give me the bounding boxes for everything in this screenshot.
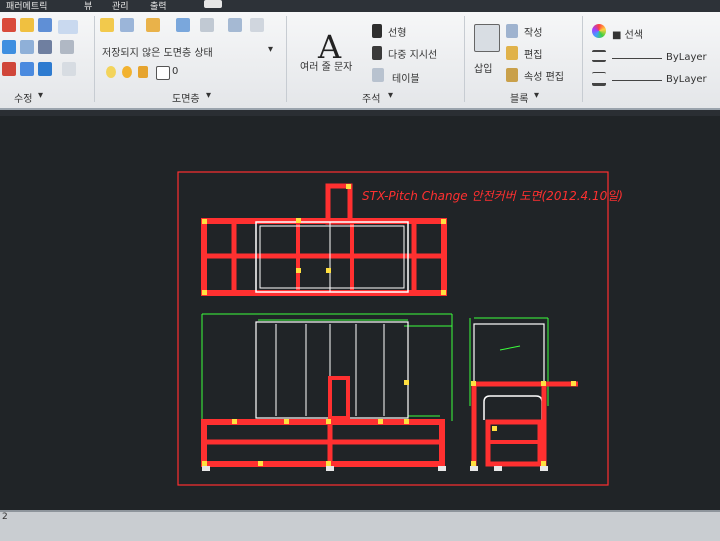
linear-dimension-button[interactable]: 선형 (388, 24, 406, 39)
table-icon[interactable] (372, 68, 384, 82)
side-view (469, 317, 578, 471)
ribbon: 수정 ▾ 저장되지 않은 도면층 상태 ▾ 0 도면층 ▾ A 여러 줄 문자 … (0, 12, 720, 110)
multileader-icon[interactable] (372, 46, 382, 60)
layer-freeze-icon[interactable] (200, 18, 214, 32)
layers-panel-arrow[interactable]: ▾ (206, 90, 211, 101)
linear-dimension-icon[interactable] (372, 24, 382, 38)
rotate-icon[interactable] (20, 18, 34, 32)
layer-state-dropdown[interactable]: 저장되지 않은 도면층 상태 (102, 44, 213, 59)
menu-parametric[interactable]: 패러메트릭 (6, 0, 47, 12)
copy-icon[interactable] (2, 40, 16, 54)
layer-off-icon[interactable] (176, 18, 190, 32)
menu-output[interactable]: 출력 (150, 0, 167, 12)
create-block-icon[interactable] (506, 24, 518, 38)
annotation-panel-arrow[interactable]: ▾ (388, 90, 393, 101)
mirror-icon[interactable] (20, 40, 34, 54)
front-view (201, 313, 453, 471)
edit-block-button[interactable]: 편집 (524, 46, 542, 61)
edit-block-icon[interactable] (506, 46, 518, 60)
current-layer-value[interactable]: 0 (172, 66, 178, 77)
color-dropdown[interactable]: ■ 선색 (612, 26, 643, 41)
lightbulb-icon[interactable] (106, 66, 116, 78)
offset-icon[interactable] (62, 62, 76, 76)
block-panel-arrow[interactable]: ▾ (534, 90, 539, 101)
layer-color-swatch[interactable] (156, 66, 170, 80)
layers-panel-title[interactable]: 도면층 (172, 90, 200, 105)
create-block-button[interactable]: 작성 (524, 24, 542, 39)
insert-block-button[interactable]: 삽입 (474, 60, 492, 75)
multiline-text-button[interactable]: 여러 줄 문자 (300, 58, 352, 73)
linetype-sample (612, 58, 662, 59)
panel-separator (286, 16, 287, 102)
lineweight-dropdown[interactable]: ByLayer (666, 74, 707, 85)
insert-block-icon[interactable] (474, 24, 500, 52)
annotation-panel-title[interactable]: 주석 (362, 90, 380, 105)
table-button[interactable]: 테이블 (392, 70, 420, 85)
drawing-canvas[interactable]: STX-Pitch Change 안전커버 도면(2012.4.10일) (0, 116, 720, 510)
menu-bar: 패러메트릭 뷰 관리 출력 (0, 0, 720, 12)
scale-icon[interactable] (20, 62, 34, 76)
unlock-icon[interactable] (138, 66, 148, 78)
fillet-icon[interactable] (38, 40, 52, 54)
menu-view[interactable]: 뷰 (84, 0, 92, 12)
layer-state-arrow[interactable]: ▾ (268, 44, 273, 55)
panel-separator (464, 16, 465, 102)
block-panel-title[interactable]: 블록 (510, 90, 528, 105)
stretch-icon[interactable] (2, 62, 16, 76)
move-icon[interactable] (2, 18, 16, 32)
trim-icon[interactable] (38, 18, 52, 32)
workspace-dropdown[interactable] (204, 0, 222, 8)
edit-attribute-button[interactable]: 속성 편집 (524, 68, 564, 83)
command-line[interactable]: 2 (0, 510, 720, 541)
menu-manage[interactable]: 관리 (112, 0, 129, 12)
layer-lock-icon[interactable] (228, 18, 242, 32)
edit-attribute-icon[interactable] (506, 68, 518, 82)
modify-panel-title[interactable]: 수정 (14, 90, 32, 105)
coordinate-readout: 2 (2, 512, 8, 522)
layer-state-icon[interactable] (120, 18, 134, 32)
linetype-icon[interactable] (592, 72, 606, 86)
modify-panel-arrow[interactable]: ▾ (38, 90, 43, 101)
color-wheel-icon[interactable] (592, 24, 606, 38)
lineweight-sample (612, 80, 662, 81)
panel-separator (582, 16, 583, 102)
linetype-dropdown[interactable]: ByLayer (666, 52, 707, 63)
layer-isolate-icon[interactable] (146, 18, 160, 32)
panel-separator (94, 16, 95, 102)
multileader-button[interactable]: 다중 지시선 (388, 46, 437, 61)
lineweight-icon[interactable] (592, 50, 606, 62)
erase-icon[interactable] (58, 20, 78, 34)
layer-properties-icon[interactable] (100, 18, 114, 32)
array-icon[interactable] (38, 62, 52, 76)
drawing-title: STX-Pitch Change 안전커버 도면(2012.4.10일) (362, 189, 623, 203)
explode-icon[interactable] (60, 40, 74, 54)
drawing-svg: STX-Pitch Change 안전커버 도면(2012.4.10일) (177, 171, 623, 486)
sun-icon[interactable] (122, 66, 132, 78)
layer-match-icon[interactable] (250, 18, 264, 32)
